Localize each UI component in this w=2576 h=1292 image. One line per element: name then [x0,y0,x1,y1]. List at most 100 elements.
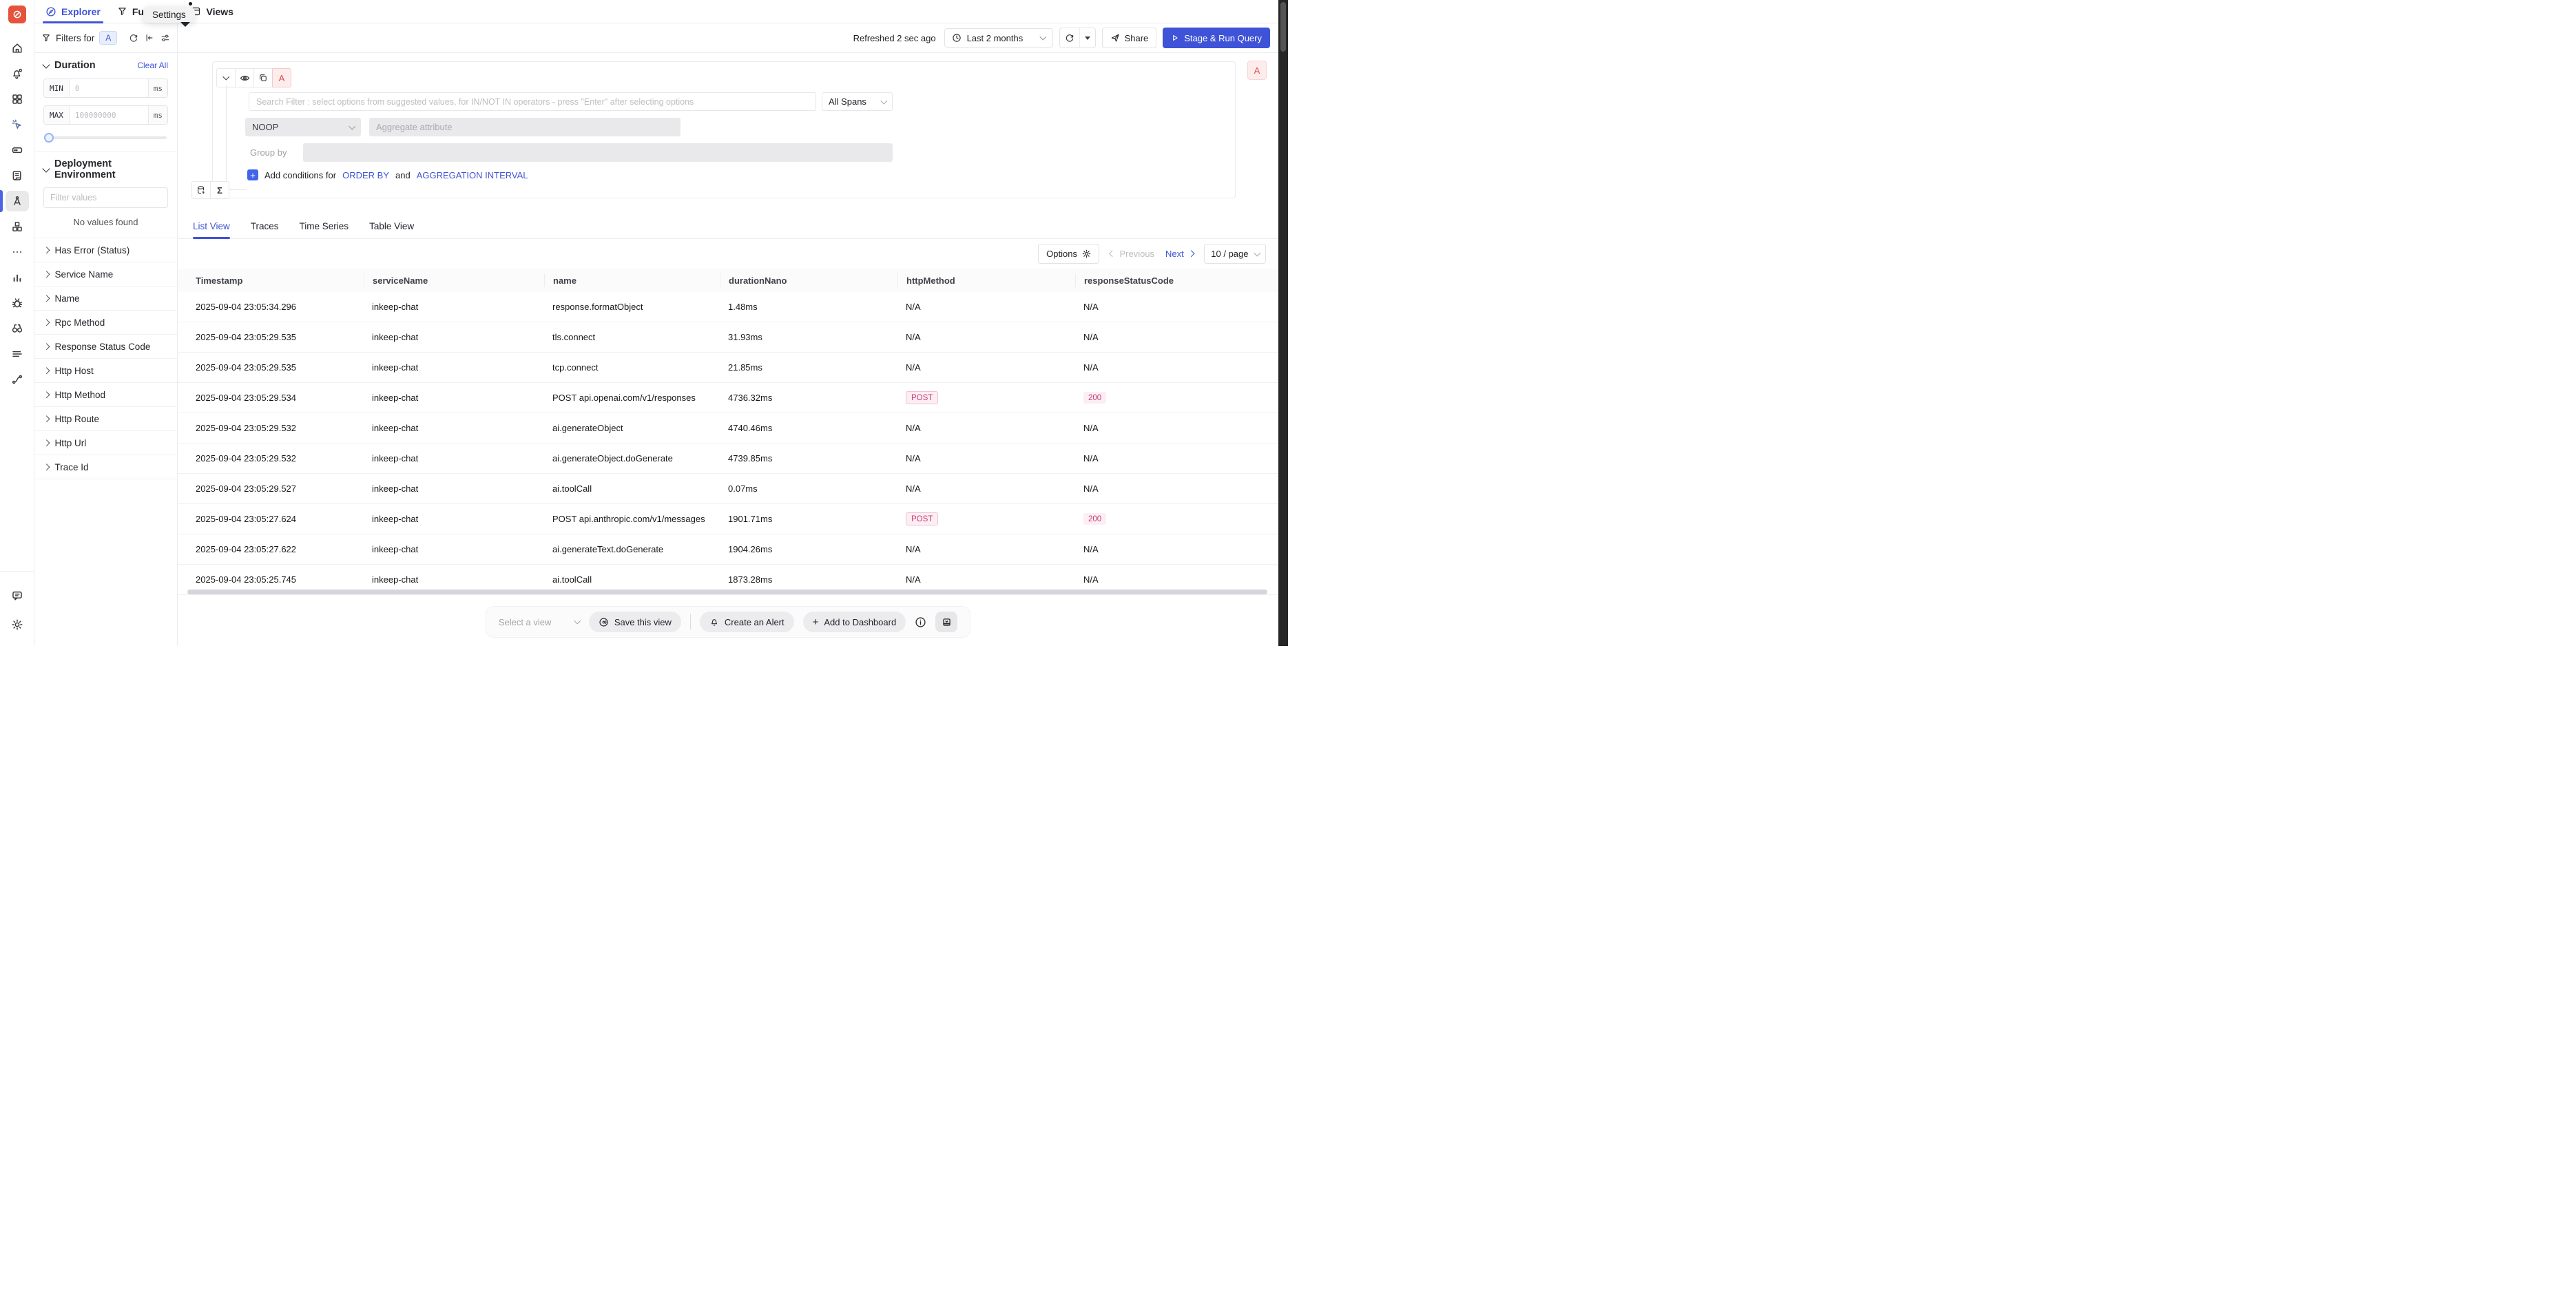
stage-run-query-button[interactable]: Stage & Run Query [1163,28,1270,48]
sidebar-item-exceptions[interactable] [6,293,29,313]
next-page-button[interactable]: Next [1165,249,1193,259]
toggle-visibility-button[interactable] [235,68,254,87]
add-query-button[interactable] [191,181,211,199]
page-scrollbar[interactable] [1278,0,1288,646]
collapse-left-icon[interactable] [145,33,154,43]
cell-responseStatusCode: N/A [1075,332,1278,342]
table-row[interactable]: 2025-09-04 23:05:29.535inkeep-chattcp.co… [178,353,1278,383]
facet-response-status-code[interactable]: Response Status Code [34,335,177,359]
sliders-icon[interactable] [160,33,170,43]
sidebar-item-support-chat[interactable] [6,585,29,606]
facet-http-method[interactable]: Http Method [34,383,177,407]
facet-http-route[interactable]: Http Route [34,407,177,431]
tab-traces[interactable]: Traces [251,213,279,238]
clear-all-link[interactable]: Clear All [137,61,168,70]
sidebar-item-services[interactable] [6,140,29,160]
chevron-down-icon[interactable] [42,61,50,68]
col-name[interactable]: name [544,273,720,287]
options-button[interactable]: Options [1038,244,1099,264]
scrollbar-thumb[interactable] [1280,2,1286,52]
query-a-badge-panel[interactable]: A [1247,61,1267,80]
search-filter-input[interactable] [249,92,816,111]
facet-has-error-status[interactable]: Has Error (Status) [34,238,177,262]
table-row[interactable]: 2025-09-04 23:05:27.624inkeep-chatPOST a… [178,504,1278,534]
tab-table-view[interactable]: Table View [369,213,414,238]
col-responseStatusCode[interactable]: responseStatusCode [1075,273,1278,287]
plus-icon[interactable]: + [247,169,258,180]
slider-track[interactable] [45,136,167,139]
facet-rpc-method[interactable]: Rpc Method [34,311,177,335]
name-value: POST api.anthropic.com/v1/messages [552,514,705,524]
aggregation-interval-link[interactable]: AGGREGATION INTERVAL [417,170,528,180]
span-scope-select[interactable]: All Spans [822,92,893,111]
col-serviceName[interactable]: serviceName [364,273,544,287]
page-size-select[interactable]: 10 / page [1204,244,1266,264]
sidebar-item-billing[interactable] [6,344,29,364]
previous-page-button[interactable]: Previous [1110,249,1154,259]
cell-timestamp: 2025-09-04 23:05:29.532 [187,453,364,463]
minimize-tray-button[interactable] [935,612,957,632]
facet-http-url[interactable]: Http Url [34,431,177,455]
facet-name[interactable]: Name [34,286,177,311]
select-view-dropdown[interactable]: Select a view [499,617,580,627]
refresh-options-caret[interactable] [1079,28,1095,48]
query-a-badge-filters[interactable]: A [99,31,117,45]
add-formula-button[interactable]: Σ [210,181,229,199]
tab-list-view[interactable]: List View [193,213,230,238]
collapse-query-button[interactable] [216,68,236,87]
time-range-select[interactable]: Last 2 months [944,28,1053,48]
cell-name: ai.toolCall [544,574,720,585]
table-row[interactable]: 2025-09-04 23:05:29.532inkeep-chatai.gen… [178,444,1278,474]
deployment-filter-input[interactable] [43,187,168,208]
sidebar-item-more[interactable] [6,242,29,262]
sidebar-item-home[interactable] [6,38,29,59]
order-by-link[interactable]: ORDER BY [342,170,389,180]
facet-http-host[interactable]: Http Host [34,359,177,383]
add-to-dashboard-button[interactable]: + Add to Dashboard [803,612,906,632]
query-a-badge[interactable]: A [272,68,291,87]
copy-query-button[interactable] [253,68,273,87]
share-button[interactable]: Share [1102,28,1157,48]
table-row[interactable]: 2025-09-04 23:05:29.532inkeep-chatai.gen… [178,413,1278,444]
chevron-down-icon [574,618,581,624]
horizontal-scrollbar[interactable] [187,590,1267,594]
aggregate-operator-value: NOOP [252,122,278,132]
facet-trace-id[interactable]: Trace Id [34,455,177,479]
table-row[interactable]: 2025-09-04 23:05:29.534inkeep-chatPOST a… [178,383,1278,413]
duration-min-input[interactable] [70,79,148,97]
signoz-logo-icon[interactable] [8,6,26,23]
sidebar-item-settings[interactable] [6,614,29,635]
col-timestamp[interactable]: Timestamp [187,273,364,287]
sidebar-item-logs[interactable] [6,165,29,186]
sidebar-item-infrastructure[interactable] [6,216,29,237]
col-durationNano[interactable]: durationNano [720,273,897,287]
create-alert-button[interactable]: Create an Alert [700,612,794,632]
save-view-button[interactable]: Save this view [589,612,681,632]
duration-max-input[interactable] [70,106,148,124]
app-icon-rail [0,0,34,646]
sync-icon[interactable] [129,33,138,43]
sidebar-item-dashboards[interactable] [6,89,29,110]
sidebar-item-get-started[interactable] [6,114,29,135]
traces-explorer-page: Explorer Funnels Views Settings [0,0,1288,646]
table-row[interactable]: 2025-09-04 23:05:29.527inkeep-chatai.too… [178,474,1278,504]
tab-time-series[interactable]: Time Series [300,213,349,238]
cell-httpMethod: N/A [897,544,1075,554]
info-icon[interactable] [915,616,926,628]
sidebar-item-metrics[interactable] [6,267,29,288]
table-row[interactable]: 2025-09-04 23:05:29.535inkeep-chattls.co… [178,322,1278,353]
sidebar-item-service-map[interactable] [6,318,29,339]
sidebar-item-traces[interactable] [6,191,29,211]
tab-explorer[interactable]: Explorer [41,0,105,23]
table-row[interactable]: 2025-09-04 23:05:27.622inkeep-chatai.gen… [178,534,1278,565]
chevron-down-icon[interactable] [42,165,50,172]
slider-handle[interactable] [44,133,54,143]
aggregate-operator-select[interactable]: NOOP [245,118,361,136]
eye-icon [240,73,250,83]
sidebar-item-messaging-queues[interactable] [6,369,29,390]
facet-service-name[interactable]: Service Name [34,262,177,286]
refresh-button[interactable] [1060,28,1079,48]
sidebar-item-alerts[interactable] [6,63,29,84]
table-row[interactable]: 2025-09-04 23:05:34.296inkeep-chatrespon… [178,292,1278,322]
col-httpMethod[interactable]: httpMethod [897,273,1075,287]
